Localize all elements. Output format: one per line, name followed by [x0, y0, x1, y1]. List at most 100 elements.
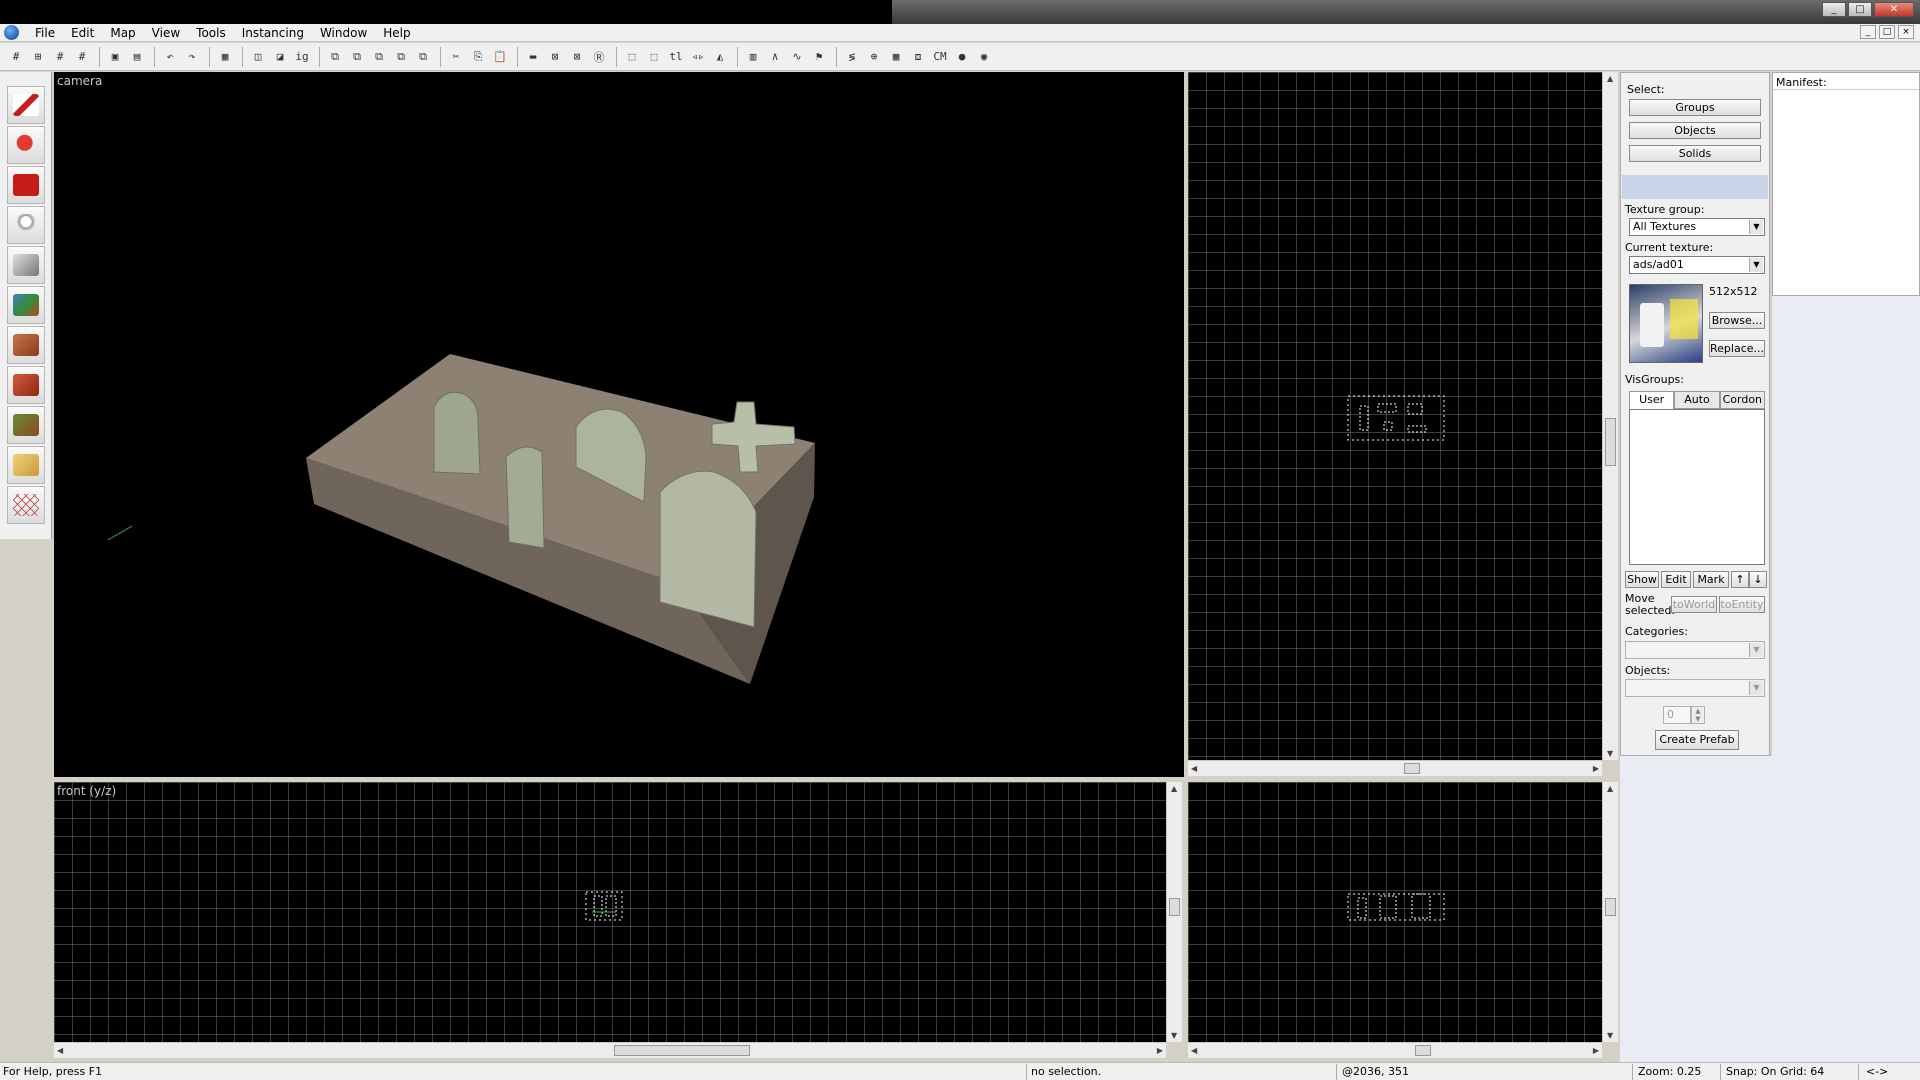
front-viewport-vscroll-thumb[interactable] — [1169, 898, 1180, 916]
layers-icon[interactable]: ⧈ — [908, 47, 928, 67]
menu-window[interactable]: Window — [312, 24, 375, 42]
tab-cordon[interactable]: Cordon — [1719, 391, 1765, 409]
objects-select[interactable]: ▼ — [1625, 679, 1765, 697]
front-viewport-hscroll[interactable]: ◀ ▶ — [54, 1042, 1166, 1058]
texture-group-select[interactable]: All Textures ▼ — [1629, 218, 1765, 236]
side-viewport[interactable] — [1188, 782, 1602, 1042]
apply-texture-tool-button[interactable] — [7, 326, 45, 364]
mdi-restore-button[interactable]: □ — [1879, 25, 1895, 39]
edit-button[interactable]: Edit — [1661, 571, 1691, 588]
clipping-tool-button[interactable] — [7, 446, 45, 484]
scroll-down-icon[interactable]: ▼ — [1607, 1031, 1613, 1040]
brush-icon[interactable]: ◭ — [710, 47, 730, 67]
tab-auto[interactable]: Auto — [1674, 391, 1720, 409]
ungroup-icon[interactable]: ▤ — [127, 47, 147, 67]
top-viewport-vscroll-thumb[interactable] — [1605, 418, 1616, 466]
manifest-panel[interactable]: Manifest: — [1772, 72, 1920, 296]
autoselect-icon[interactable]: ⬚ — [644, 47, 664, 67]
prefab-count-input[interactable]: 0 — [1663, 706, 1691, 724]
selection-tool-button[interactable] — [7, 86, 45, 124]
grid-3d-icon[interactable]: ⊞ — [28, 47, 48, 67]
scroll-left-icon[interactable]: ◀ — [1191, 1046, 1197, 1055]
camera-tool-button[interactable] — [7, 166, 45, 204]
undo-icon[interactable]: ↶ — [160, 47, 180, 67]
sound-icon[interactable]: ≶ — [842, 47, 862, 67]
front-viewport-vscroll[interactable]: ▲ ▼ — [1166, 782, 1182, 1042]
solids-button[interactable]: Solids — [1629, 145, 1761, 162]
solid-icon[interactable]: ▬ — [523, 47, 543, 67]
decal-tool-button[interactable] — [7, 366, 45, 404]
entity-icon[interactable]: Ⓡ — [589, 47, 609, 67]
objects-button[interactable]: Objects — [1629, 122, 1761, 139]
scroll-up-icon[interactable]: ▲ — [1171, 784, 1177, 793]
vertex-tool-button[interactable] — [7, 486, 45, 524]
paste-icon[interactable]: 📋 — [490, 47, 510, 67]
create-prefab-button[interactable]: Create Prefab — [1655, 730, 1739, 750]
redo-icon[interactable]: ↷ — [182, 47, 202, 67]
top-viewport-vscroll[interactable]: ▲ ▼ — [1602, 72, 1618, 760]
group-icon[interactable]: ▣ — [105, 47, 125, 67]
grid-view-icon[interactable]: ▦ — [886, 47, 906, 67]
measure-icon[interactable]: ∧ — [765, 47, 785, 67]
visgroups-list[interactable] — [1629, 409, 1765, 565]
compile-icon[interactable]: ▦ — [215, 47, 235, 67]
hide-icon[interactable]: ⧉ — [369, 47, 389, 67]
groups-button[interactable]: Groups — [1629, 99, 1761, 116]
scroll-right-icon[interactable]: ▶ — [1157, 1046, 1163, 1055]
replace-button[interactable]: Replace... — [1709, 340, 1765, 357]
side-viewport-vscroll-thumb[interactable] — [1605, 898, 1616, 916]
cut-icon[interactable]: ✂ — [446, 47, 466, 67]
vertex-icon[interactable]: ⧉ — [325, 47, 345, 67]
globe-icon[interactable]: ⊕ — [864, 47, 884, 67]
magnify-tool-button[interactable] — [7, 126, 45, 164]
copy-icon[interactable]: ⎘ — [468, 47, 488, 67]
side-viewport-vscroll[interactable]: ▲ ▼ — [1602, 782, 1618, 1042]
scroll-right-icon[interactable]: ▶ — [1593, 764, 1599, 773]
helpers-icon[interactable]: ⊠ — [567, 47, 587, 67]
cordon-icon[interactable]: ⧉ — [413, 47, 433, 67]
cm-icon[interactable]: CM — [930, 47, 950, 67]
menu-map[interactable]: Map — [102, 24, 143, 42]
show-icon[interactable]: ⧉ — [391, 47, 411, 67]
menu-view[interactable]: View — [144, 24, 188, 42]
scroll-down-icon[interactable]: ▼ — [1607, 749, 1613, 758]
clip-icon[interactable]: ig — [292, 47, 312, 67]
draw-icon[interactable]: ∿ — [787, 47, 807, 67]
top-viewport[interactable] — [1188, 72, 1602, 760]
menu-edit[interactable]: Edit — [63, 24, 102, 42]
texture-lock-icon[interactable]: ⧉ — [347, 47, 367, 67]
tab-user[interactable]: User — [1629, 391, 1675, 409]
grid-toggle-icon[interactable]: # — [6, 47, 26, 67]
path-icon[interactable]: ⚑ — [809, 47, 829, 67]
hollow-icon[interactable]: ◪ — [270, 47, 290, 67]
flip-icon[interactable]: ◃▹ — [688, 47, 708, 67]
entity-tool-button[interactable] — [7, 206, 45, 244]
menu-instancing[interactable]: Instancing — [234, 24, 312, 42]
models-icon[interactable]: ⊠ — [545, 47, 565, 67]
categories-select[interactable]: ▼ — [1625, 641, 1765, 659]
scroll-left-icon[interactable]: ◀ — [57, 1046, 63, 1055]
mdi-minimize-button[interactable]: _ — [1860, 25, 1876, 39]
show-button[interactable]: Show — [1625, 571, 1659, 588]
menu-tools[interactable]: Tools — [188, 24, 234, 42]
run-map-icon[interactable]: ● — [952, 47, 972, 67]
block-tool-button[interactable] — [7, 246, 45, 284]
mdi-close-button[interactable]: × — [1898, 25, 1914, 39]
texture-application-tool-button[interactable] — [7, 286, 45, 324]
scroll-up-icon[interactable]: ▲ — [1607, 74, 1613, 83]
current-texture-select[interactable]: ads/ad01 ▼ — [1629, 256, 1765, 274]
spinner-arrows-icon[interactable]: ▲ ▼ — [1691, 706, 1705, 724]
mark-button[interactable]: Mark — [1693, 571, 1729, 588]
grid-large-icon[interactable]: # — [72, 47, 92, 67]
menu-file[interactable]: File — [27, 24, 63, 42]
carve-icon[interactable]: ◫ — [248, 47, 268, 67]
close-button[interactable]: ✕ — [1874, 2, 1914, 17]
texture-browser-icon[interactable]: ▥ — [743, 47, 763, 67]
minimize-button[interactable]: _ — [1822, 2, 1846, 17]
front-viewport[interactable]: front (y/z) — [54, 782, 1166, 1042]
texture-preview[interactable] — [1629, 284, 1703, 363]
camera-viewport[interactable]: camera — [54, 72, 1184, 777]
tl-icon[interactable]: tl — [666, 47, 686, 67]
scroll-down-icon[interactable]: ▼ — [1171, 1031, 1177, 1040]
top-viewport-hscroll[interactable]: ◀ ▶ — [1188, 760, 1602, 776]
